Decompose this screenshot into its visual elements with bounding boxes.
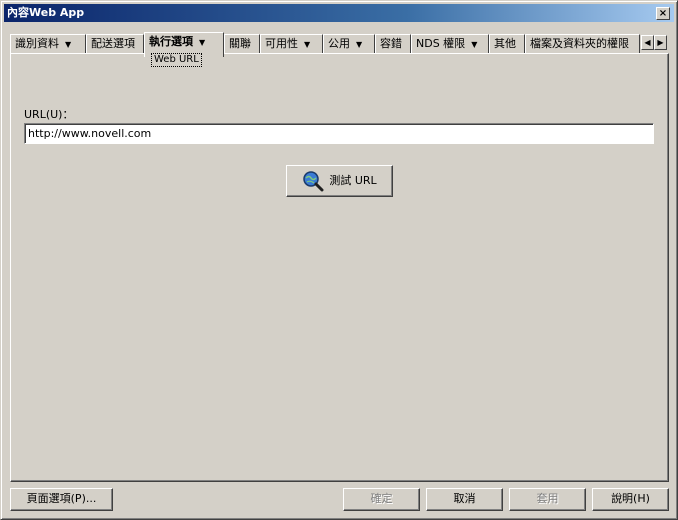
tab-label: 配送選項: [91, 37, 135, 50]
window-title: 內容Web App: [7, 6, 85, 19]
tab-label: 其他: [494, 37, 516, 50]
tab-scroll-controls: ◀ ▶: [641, 35, 667, 50]
dropdown-arrow-icon: ▼: [65, 40, 72, 49]
test-url-label: 測試 URL: [329, 174, 377, 187]
dropdown-arrow-icon: ▼: [304, 40, 311, 49]
close-button[interactable]: ×: [656, 7, 670, 20]
url-input[interactable]: [24, 123, 654, 144]
dropdown-arrow-icon: ▼: [356, 40, 363, 49]
dropdown-arrow-icon: ▼: [199, 38, 206, 47]
tab-associations[interactable]: 關聯: [224, 34, 260, 54]
tab-label: 檔案及資料夾的權限: [530, 37, 629, 50]
tab-label: NDS 權限: [416, 37, 466, 50]
tab-fault-tolerance[interactable]: 容錯: [375, 34, 411, 54]
tab-label: 容錯: [380, 37, 402, 50]
title-bar: 內容Web App ×: [4, 4, 674, 22]
cancel-button[interactable]: 取消: [426, 488, 503, 511]
tab-label: 關聯: [229, 37, 251, 50]
tab-strip: 識別資料 ▼ 配送選項 執行選項 ▼ 關聯 可用性 ▼ 公用 ▼ 容錯 NDS 權限 ▼ …: [10, 32, 640, 57]
scroll-left-icon[interactable]: ◀: [641, 35, 654, 50]
ok-button[interactable]: 確定: [343, 488, 420, 511]
tab-panel: [10, 53, 669, 482]
tab-label: 可用性: [265, 37, 298, 50]
dialog-window: 內容Web App × 識別資料 ▼ 配送選項 執行選項 ▼ 關聯 可用性 ▼ 公用 ▼…: [0, 0, 678, 520]
url-label: URL(U)：: [24, 108, 74, 121]
tab-availability[interactable]: 可用性 ▼: [260, 34, 323, 54]
tab-common[interactable]: 公用 ▼: [323, 34, 375, 54]
tab-nds-rights[interactable]: NDS 權限 ▼: [411, 34, 489, 54]
tab-label: 識別資料: [15, 37, 59, 50]
help-button[interactable]: 說明(H): [592, 488, 669, 511]
test-url-button[interactable]: 測試 URL: [286, 165, 393, 197]
tab-identification[interactable]: 識別資料 ▼: [10, 34, 86, 54]
magnifier-globe-icon: [303, 171, 324, 192]
tab-label: 公用: [328, 37, 350, 50]
scroll-right-icon[interactable]: ▶: [654, 35, 667, 50]
subtab-web-url[interactable]: Web URL: [151, 53, 202, 67]
tab-other[interactable]: 其他: [489, 34, 525, 54]
tab-distribution-options[interactable]: 配送選項: [86, 34, 144, 54]
apply-button[interactable]: 套用: [509, 488, 586, 511]
dropdown-arrow-icon: ▼: [471, 40, 478, 49]
page-options-button[interactable]: 頁面選項(P)...: [10, 488, 113, 511]
tab-label: 執行選項: [149, 35, 193, 48]
tab-file-folder-rights[interactable]: 檔案及資料夾的權限: [525, 34, 640, 54]
